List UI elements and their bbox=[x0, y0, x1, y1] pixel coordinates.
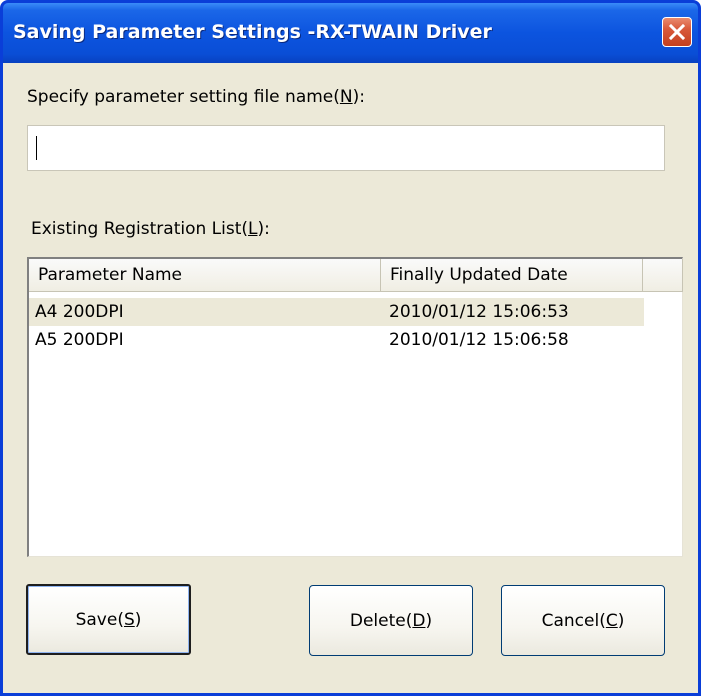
list-row[interactable]: A4 200DPI 2010/01/12 15:06:53 bbox=[29, 298, 644, 326]
save-button[interactable]: Save(S) bbox=[26, 584, 191, 655]
dialog-body: Specify parameter setting file name(N): … bbox=[3, 63, 698, 693]
cancel-button[interactable]: Cancel(C) bbox=[501, 585, 665, 656]
list-header: Parameter Name Finally Updated Date bbox=[29, 259, 683, 292]
column-header-filler bbox=[643, 259, 683, 292]
close-button[interactable] bbox=[662, 17, 692, 47]
row-parameter-name: A4 200DPI bbox=[35, 302, 124, 322]
delete-button[interactable]: Delete(D) bbox=[309, 585, 473, 656]
list-row[interactable]: A5 200DPI 2010/01/12 15:06:58 bbox=[29, 326, 644, 354]
filename-label: Specify parameter setting file name(N): bbox=[27, 87, 365, 107]
close-icon bbox=[669, 24, 685, 40]
title-bar[interactable]: Saving Parameter Settings -RX-TWAIN Driv… bbox=[3, 3, 698, 63]
column-header-updated-date[interactable]: Finally Updated Date bbox=[381, 259, 643, 292]
row-updated-date: 2010/01/12 15:06:53 bbox=[389, 302, 569, 322]
row-updated-date: 2010/01/12 15:06:58 bbox=[389, 330, 569, 350]
row-parameter-name: A5 200DPI bbox=[35, 330, 124, 350]
text-caret bbox=[36, 136, 37, 160]
dialog-window: Saving Parameter Settings -RX-TWAIN Driv… bbox=[0, 0, 701, 696]
window-title: Saving Parameter Settings -RX-TWAIN Driv… bbox=[13, 21, 492, 43]
registration-list-label: Existing Registration List(L): bbox=[31, 219, 270, 239]
column-header-parameter-name[interactable]: Parameter Name bbox=[29, 259, 381, 292]
registration-list[interactable]: Parameter Name Finally Updated Date A4 2… bbox=[27, 257, 683, 557]
filename-input[interactable] bbox=[27, 125, 665, 171]
